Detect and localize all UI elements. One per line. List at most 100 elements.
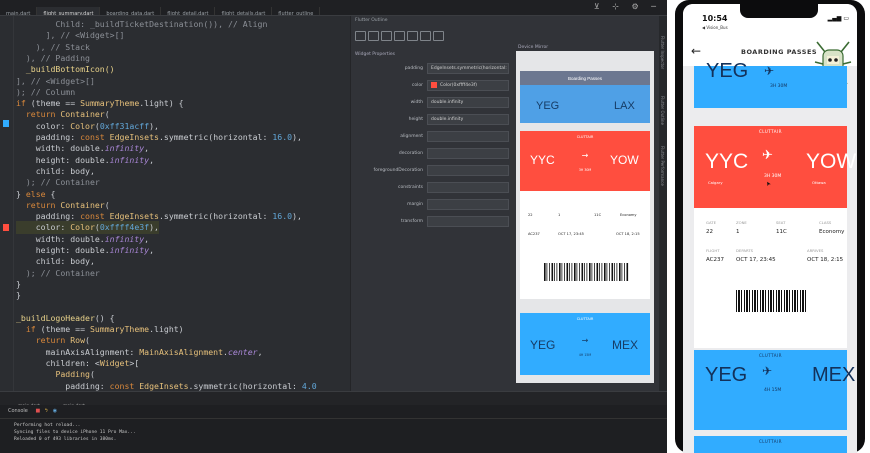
preview-detail-gate: 22: [528, 213, 533, 217]
console-line-1: Performing hot reload...: [14, 423, 81, 428]
code-token: ); // Container: [16, 177, 100, 188]
preview-detail-arrive: OCT 18, 2:15: [616, 232, 640, 236]
detail-label-zone: ZONE: [736, 220, 747, 225]
flutter-performance-tab[interactable]: Flutter Performance: [660, 146, 665, 186]
code-token: ),: [292, 211, 302, 222]
code-token: (: [89, 369, 95, 380]
property-row-margin: margin: [351, 197, 512, 214]
property-value-field[interactable]: double.infinity: [427, 114, 509, 125]
console-tab[interactable]: Console: [8, 408, 28, 414]
code-token: const: [80, 132, 110, 142]
code-token: (: [104, 199, 110, 210]
preview-ticket-1-to: LAX: [614, 100, 635, 112]
code-token: EdgeInsets: [139, 380, 189, 391]
detail-value-arrive: OCT 18, 2:15: [807, 257, 844, 263]
code-token: height: double.: [16, 245, 110, 255]
ticket-yeg-top[interactable]: YEG ✈ 3H 30M: [694, 60, 847, 108]
code-line[interactable]: ); // Container: [16, 267, 100, 280]
code-editor[interactable]: Child: _buildTicketDestination()), // Al…: [16, 16, 350, 391]
detail-label-seat: SEAT: [776, 220, 786, 225]
code-token: ,: [144, 143, 150, 154]
ticket-destination-code: MEX: [812, 364, 856, 386]
code-token: ,: [149, 154, 155, 165]
plane-icon: ✈: [762, 364, 773, 378]
remove-widget-icon[interactable]: [433, 31, 444, 41]
device-mirror-preview[interactable]: Boarding Passes YEG LAX CLUTTAIR YYC YOW → 3H 3…: [516, 51, 654, 383]
code-token: return: [16, 335, 71, 346]
code-line[interactable]: }: [16, 289, 21, 302]
back-arrow-icon[interactable]: ←: [691, 44, 701, 58]
code-token: (theme ==: [25, 98, 81, 109]
code-token: .symmetric(horizontal:: [188, 380, 302, 391]
wrap-padding-icon[interactable]: [368, 31, 379, 41]
property-value-field[interactable]: double.infinity: [427, 97, 509, 108]
preview-barcode-bar: [569, 263, 570, 281]
property-value-field[interactable]: [427, 148, 509, 159]
tab-boarding-data[interactable]: boarding_data.dart: [100, 7, 162, 15]
tab-flutter-outline[interactable]: flutter_outline: [272, 7, 321, 15]
editor-tab-bar: main.dart flight_summary.dart boarding_dat…: [0, 0, 667, 16]
color-swatch-icon[interactable]: [431, 81, 437, 88]
tab-flight-detail[interactable]: flight_detail.dart: [161, 7, 216, 15]
code-token: (: [85, 335, 90, 346]
detail-value-gate: 22: [706, 229, 713, 235]
status-bar: 10:54 ◀ Vision_Bus ▂▄▆ ▭: [683, 4, 857, 32]
move-down-icon[interactable]: [420, 31, 431, 41]
preview-barcode-bar: [554, 263, 555, 281]
wrap-row-icon[interactable]: [394, 31, 405, 41]
outline-toolbar: [351, 26, 512, 42]
stop-icon[interactable]: ■: [35, 408, 40, 414]
color-gutter-swatch-blue[interactable]: [3, 120, 9, 127]
property-row-alignment: alignment: [351, 129, 512, 146]
app-title: BOARDING PASSES: [741, 48, 818, 56]
preview-ticket-2-detail: [520, 191, 650, 299]
ide-window: main.dart flight_summary.dart boarding_dat…: [0, 0, 667, 453]
inspect-icon[interactable]: ◉: [53, 408, 57, 414]
property-value-field[interactable]: [427, 182, 509, 193]
code-token: Color: [70, 120, 95, 131]
wrap-column-icon[interactable]: [381, 31, 392, 41]
preview-barcode-bar: [624, 263, 625, 281]
tab-flight-details[interactable]: flight_details.dart: [215, 7, 273, 15]
ticket-origin-code: YYC: [705, 150, 749, 173]
code-token: SummaryTheme: [89, 324, 150, 335]
property-value-field[interactable]: EdgeInsets.symmetric(horizontal: 16.0): [427, 63, 509, 74]
ticket-origin-code: YEG: [705, 364, 748, 386]
flutter-inspector-tab[interactable]: Flutter Inspector: [660, 36, 665, 69]
ticket-next[interactable]: CLUTTAIR: [694, 436, 847, 453]
wrap-center-icon[interactable]: [355, 31, 366, 41]
preview-ticket-2-from: YYC: [530, 153, 555, 167]
property-row-decoration: decoration: [351, 146, 512, 163]
move-up-icon[interactable]: [407, 31, 418, 41]
property-value-field[interactable]: [427, 199, 509, 210]
preview-ticket-2-duration: 3H 30M: [579, 168, 591, 172]
console-line-2: Syncing files to device iPhone 11 Pro Ma…: [14, 430, 136, 435]
code-token: Container: [60, 199, 105, 210]
signal-icon: ▂▄▆ ▭: [827, 15, 849, 22]
preview-detail-flight: AC237: [528, 232, 540, 236]
property-value-field[interactable]: [427, 216, 509, 227]
property-row-width: width double.infinity: [351, 95, 512, 112]
code-line[interactable]: padding: const EdgeInsets.symmetric(hori…: [16, 380, 316, 391]
toolbar-icons[interactable]: ⊻ ⊹ ⚙ ─: [594, 2, 661, 11]
code-token: ), // Padding: [16, 52, 90, 63]
ticket-yyc-yow[interactable]: CLUTTAIR YYC YOW ✈ 3H 30M Calgary Ottawa ➤ GATE 2…: [694, 126, 856, 348]
code-token: ), // Stack: [16, 41, 90, 52]
color-gutter-swatch-red[interactable]: [3, 224, 9, 231]
code-token: if: [16, 98, 26, 109]
ticket-yeg-mex[interactable]: CLUTTAIR YEG MEX ✈ 4H 15M: [694, 350, 855, 430]
ticket-duration: 4H 15M: [764, 388, 782, 393]
flutter-outline-tab[interactable]: Flutter Outline: [660, 96, 665, 125]
back-to-app-link[interactable]: ◀ Vision_Bus: [702, 25, 728, 30]
tab-main-dart[interactable]: main.dart: [0, 7, 38, 15]
code-token: >[: [129, 358, 140, 368]
hot-reload-icon[interactable]: ϟ: [45, 408, 48, 414]
widget-properties-title: Widget Properties: [355, 52, 396, 57]
preview-barcode-bar: [584, 263, 585, 281]
property-value-field[interactable]: [427, 165, 509, 176]
code-token: }: [16, 290, 21, 301]
property-value-field[interactable]: Color(0xffff4e3f): [427, 80, 509, 91]
property-value-field[interactable]: [427, 131, 509, 142]
tab-flight-summary[interactable]: flight_summary.dart: [37, 7, 101, 15]
